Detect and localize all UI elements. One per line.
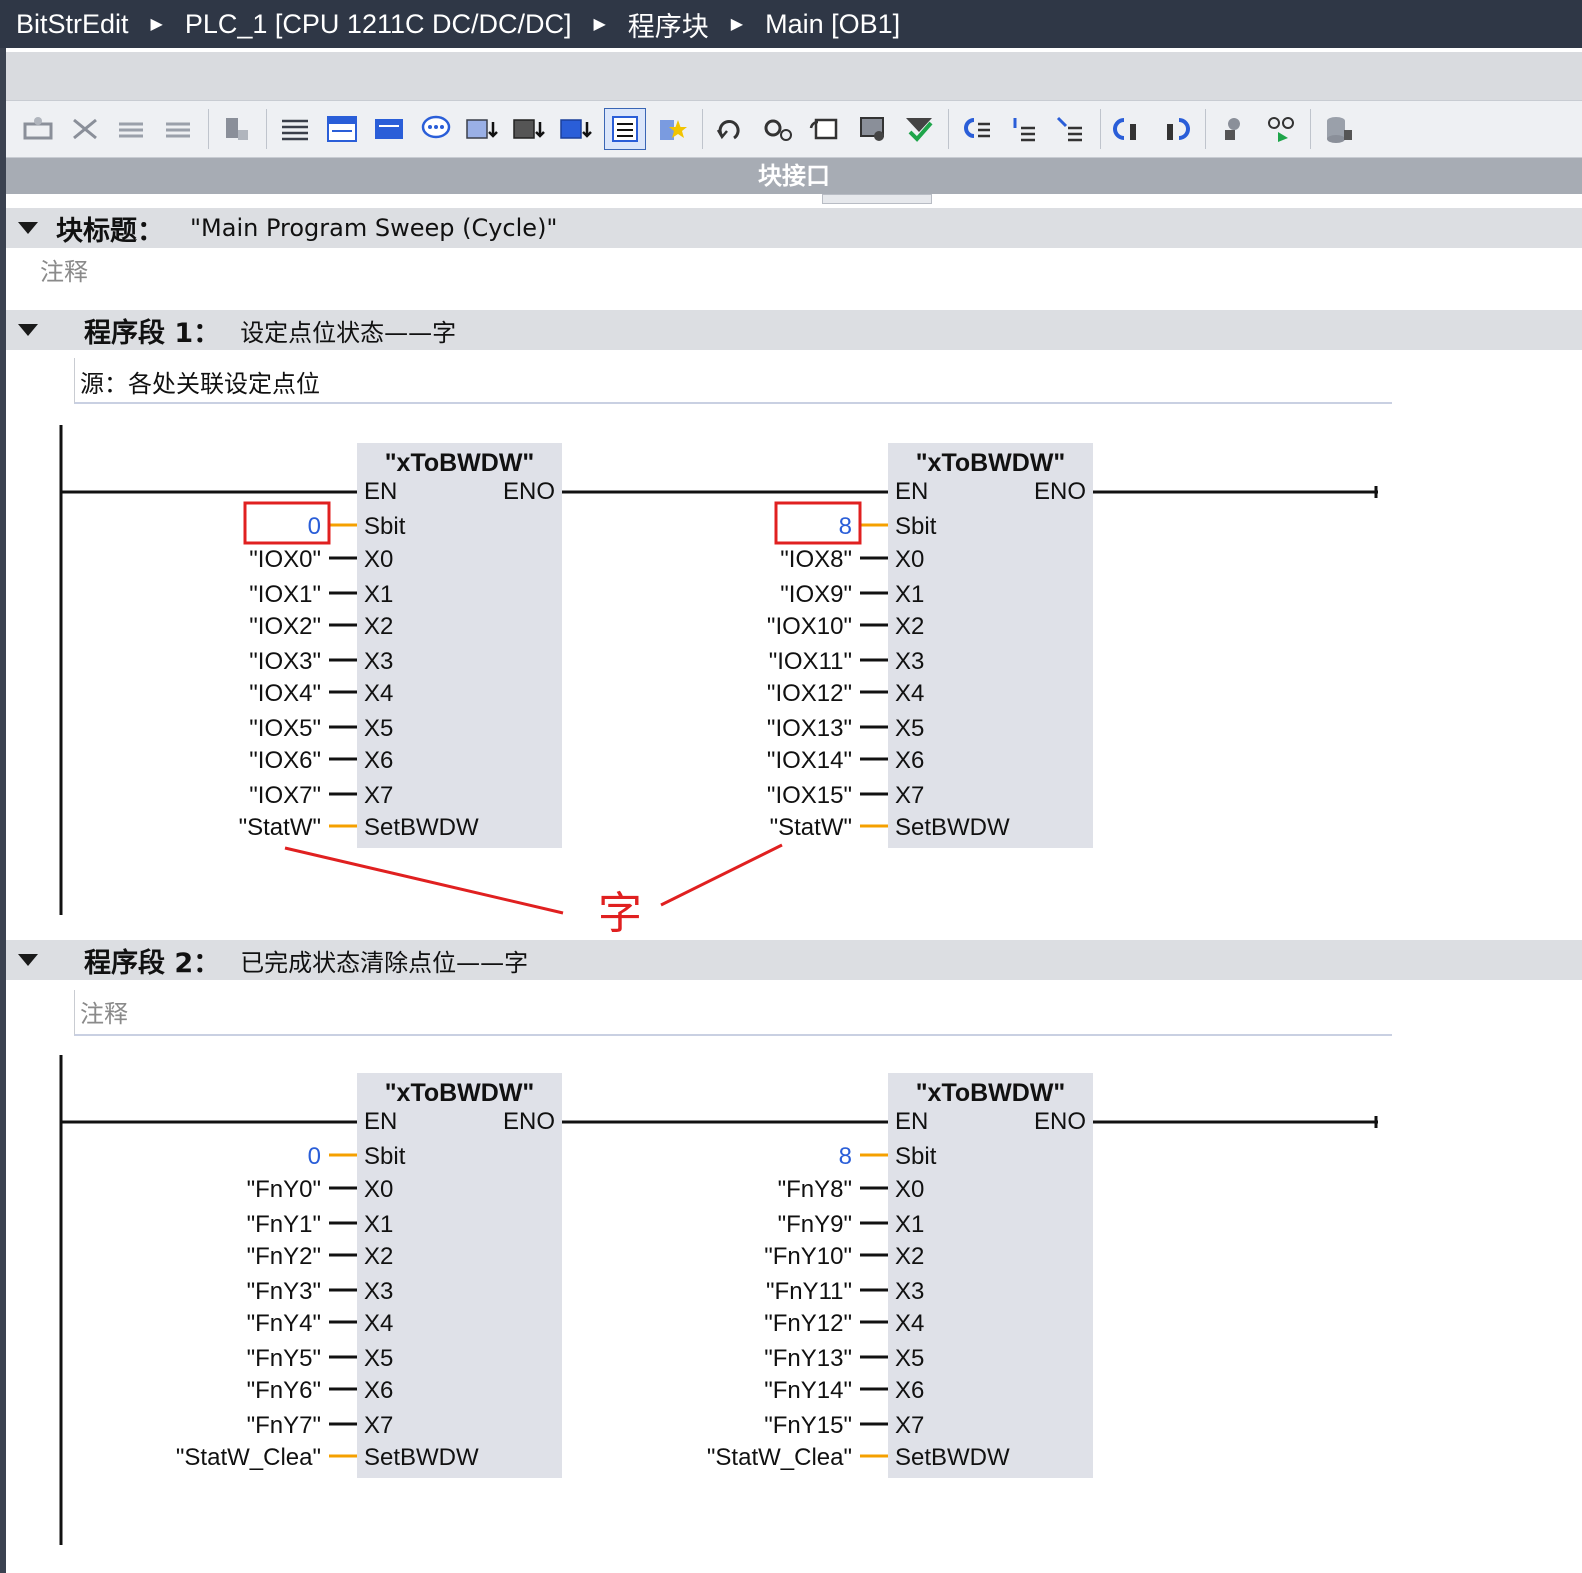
pin-sbit: Sbit	[364, 1143, 406, 1170]
pin-sbit: Sbit	[895, 513, 937, 540]
pin-sbit: Sbit	[895, 1143, 937, 1170]
pin-x4: X4	[364, 1310, 393, 1337]
pin-eno: ENO	[503, 478, 555, 505]
block-name[interactable]: "xToBWDW"	[385, 449, 535, 477]
pin-x4: X4	[364, 680, 393, 707]
pin-x1: X1	[364, 1211, 393, 1238]
annotation-line	[660, 843, 783, 907]
sbit-value[interactable]: 0	[308, 1143, 321, 1170]
operand[interactable]: "FnY6"	[247, 1377, 321, 1404]
pin-x4: X4	[895, 680, 924, 707]
operand[interactable]: "IOX12"	[767, 680, 852, 707]
pin-x5: X5	[895, 1345, 924, 1372]
pin-en: EN	[895, 1108, 928, 1135]
operand[interactable]: "IOX0"	[249, 546, 321, 573]
pin-setbwdw: SetBWDW	[364, 1444, 479, 1471]
pin-x1: X1	[364, 581, 393, 608]
pin-x0: X0	[364, 1176, 393, 1203]
pin-x6: X6	[364, 1377, 393, 1404]
pin-x0: X0	[895, 546, 924, 573]
pin-x7: X7	[364, 1412, 393, 1439]
sbit-value[interactable]: 8	[839, 1143, 852, 1170]
pin-x6: X6	[895, 1377, 924, 1404]
operand[interactable]: "FnY3"	[247, 1278, 321, 1305]
pin-x0: X0	[364, 546, 393, 573]
pin-en: EN	[364, 478, 397, 505]
pin-eno: ENO	[1034, 478, 1086, 505]
annotation-line	[284, 846, 564, 915]
operand[interactable]: "FnY11"	[766, 1278, 852, 1305]
operand[interactable]: "IOX8"	[780, 546, 852, 573]
pin-x2: X2	[895, 613, 924, 640]
pin-x7: X7	[895, 1412, 924, 1439]
operand[interactable]: "IOX2"	[249, 613, 321, 640]
operand[interactable]: "FnY5"	[247, 1345, 321, 1372]
operand[interactable]: "IOX11"	[769, 648, 852, 675]
pin-en: EN	[895, 478, 928, 505]
block-name[interactable]: "xToBWDW"	[916, 449, 1066, 477]
operand[interactable]: "FnY12"	[764, 1310, 852, 1337]
operand[interactable]: "IOX14"	[767, 747, 852, 774]
operand[interactable]: "FnY8"	[778, 1176, 852, 1203]
pin-sbit: Sbit	[364, 513, 406, 540]
output-operand[interactable]: "StatW_Clea"	[707, 1444, 852, 1471]
operand[interactable]: "IOX15"	[767, 782, 852, 809]
pin-x7: X7	[895, 782, 924, 809]
pin-x3: X3	[364, 648, 393, 675]
operand[interactable]: "IOX9"	[780, 581, 852, 608]
output-operand[interactable]: "StatW"	[770, 814, 852, 841]
pin-x5: X5	[364, 715, 393, 742]
annotation-text: 字	[598, 888, 642, 939]
operand[interactable]: "FnY2"	[247, 1243, 321, 1270]
operand[interactable]: "IOX7"	[249, 782, 321, 809]
pin-x2: X2	[895, 1243, 924, 1270]
pin-en: EN	[364, 1108, 397, 1135]
operand[interactable]: "IOX3"	[249, 648, 321, 675]
block-name[interactable]: "xToBWDW"	[916, 1079, 1066, 1107]
sbit-value[interactable]: 8	[839, 513, 852, 540]
operand[interactable]: "FnY9"	[778, 1211, 852, 1238]
ladder-diagram: "xToBWDW"EN ENOSbit0X0"IOX0"X1"IOX1"X2"IO…	[59, 425, 1378, 1545]
operand[interactable]: "FnY4"	[247, 1310, 321, 1337]
operand[interactable]: "FnY13"	[764, 1345, 852, 1372]
pin-x7: X7	[364, 782, 393, 809]
pin-x6: X6	[364, 747, 393, 774]
sbit-value[interactable]: 0	[308, 513, 321, 540]
pin-x5: X5	[364, 1345, 393, 1372]
pin-x3: X3	[895, 648, 924, 675]
pin-setbwdw: SetBWDW	[895, 814, 1010, 841]
pin-x6: X6	[895, 747, 924, 774]
pin-eno: ENO	[503, 1108, 555, 1135]
operand[interactable]: "FnY7"	[247, 1412, 321, 1439]
block-name[interactable]: "xToBWDW"	[385, 1079, 535, 1107]
operand[interactable]: "IOX6"	[249, 747, 321, 774]
operand[interactable]: "FnY0"	[247, 1176, 321, 1203]
pin-x2: X2	[364, 1243, 393, 1270]
pin-eno: ENO	[1034, 1108, 1086, 1135]
operand[interactable]: "FnY10"	[764, 1243, 852, 1270]
pin-x1: X1	[895, 581, 924, 608]
output-operand[interactable]: "StatW"	[239, 814, 321, 841]
operand[interactable]: "IOX1"	[249, 581, 321, 608]
operand[interactable]: "FnY15"	[764, 1412, 852, 1439]
pin-setbwdw: SetBWDW	[895, 1444, 1010, 1471]
operand[interactable]: "FnY14"	[764, 1377, 852, 1404]
pin-x3: X3	[364, 1278, 393, 1305]
operand[interactable]: "IOX10"	[767, 613, 852, 640]
operand[interactable]: "IOX5"	[249, 715, 321, 742]
pin-x3: X3	[895, 1278, 924, 1305]
pin-x0: X0	[895, 1176, 924, 1203]
operand[interactable]: "FnY1"	[247, 1211, 321, 1238]
pin-x5: X5	[895, 715, 924, 742]
output-operand[interactable]: "StatW_Clea"	[176, 1444, 321, 1471]
operand[interactable]: "IOX13"	[767, 715, 852, 742]
operand[interactable]: "IOX4"	[249, 680, 321, 707]
pin-x1: X1	[895, 1211, 924, 1238]
pin-setbwdw: SetBWDW	[364, 814, 479, 841]
pin-x4: X4	[895, 1310, 924, 1337]
pin-x2: X2	[364, 613, 393, 640]
